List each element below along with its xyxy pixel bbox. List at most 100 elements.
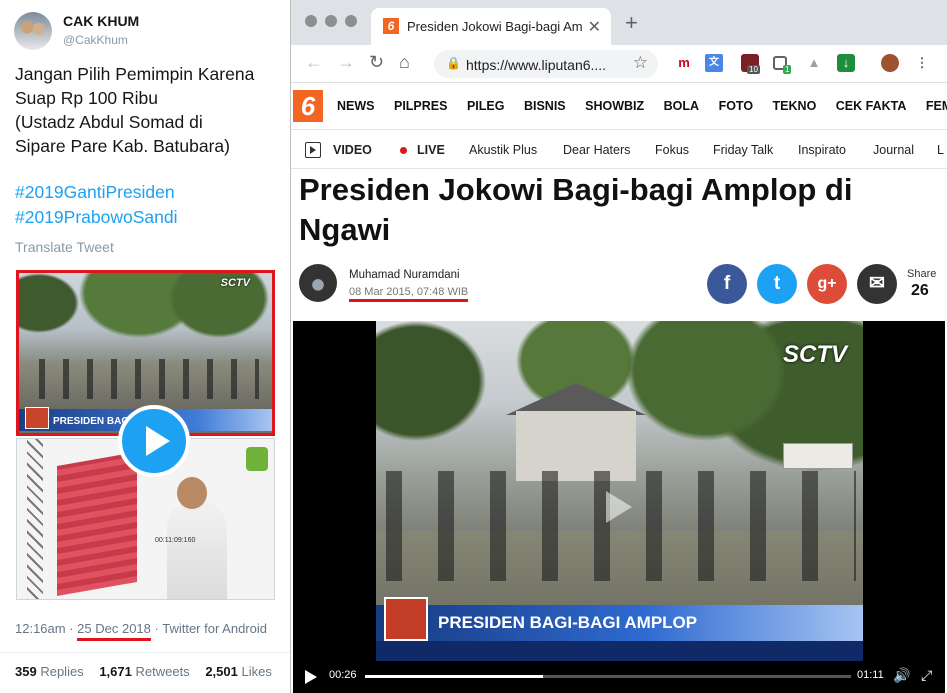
volume-icon[interactable]: 🔊	[893, 667, 910, 684]
extension-m-icon[interactable]: m	[675, 54, 693, 72]
tweet-date[interactable]: 25 Dec 2018	[77, 621, 151, 641]
seek-bar[interactable]	[365, 675, 851, 678]
triangle-extension-icon[interactable]: ▲	[805, 54, 823, 72]
tweet-time[interactable]: 12:16am	[15, 621, 66, 636]
nav-item[interactable]: FEMALE	[926, 99, 947, 113]
tweet-panel: CAK KHUM @CakKhum Jangan Pilih Pemimpin …	[0, 0, 290, 693]
liputan6-logo[interactable]: 6	[293, 90, 323, 122]
red-underline-annotation	[349, 299, 469, 302]
nav-item[interactable]: BISNIS	[524, 99, 566, 113]
subnav-item[interactable]: Dear Haters	[563, 143, 630, 157]
video-scene-truss	[27, 439, 43, 599]
video-play-icon	[305, 142, 321, 158]
tweet-author-name[interactable]: CAK KHUM	[63, 13, 139, 29]
sctv-watermark: SCTV	[782, 341, 847, 368]
replies-stat[interactable]: 359 Replies	[15, 664, 90, 679]
author-name[interactable]: Muhamad Nuramdani	[349, 269, 460, 281]
fullscreen-icon[interactable]: ⤢	[921, 667, 932, 684]
translate-extension-icon[interactable]: 文	[705, 54, 723, 72]
tweet-text-line: Sipare Pare Kab. Batubara)	[15, 136, 230, 156]
nav-item[interactable]: BOLA	[664, 99, 699, 113]
browser-tab-active[interactable]: 6 Presiden Jokowi Bagi-bagi Amplop di Ng…	[371, 8, 611, 45]
translate-tweet-link[interactable]: Translate Tweet	[15, 239, 114, 255]
window-zoom-button[interactable]	[345, 15, 357, 27]
share-email-button[interactable]: ✉	[857, 264, 897, 304]
nav-item[interactable]: NEWS	[337, 99, 375, 113]
play-icon	[146, 426, 170, 456]
forward-icon[interactable]: →	[337, 52, 355, 72]
nav-item[interactable]: CEK FAKTA	[836, 99, 907, 113]
subnav-item[interactable]: Inspirato	[798, 143, 846, 157]
share-twitter-button[interactable]: t	[757, 264, 797, 304]
reload-icon[interactable]: ↻	[369, 52, 384, 72]
home-icon[interactable]: ⌂	[399, 52, 410, 72]
play-video-button[interactable]	[118, 405, 190, 477]
lock-icon: 🔒	[446, 56, 461, 70]
article-date-text: 08 Mar 2015, 07:48 WIB	[349, 286, 469, 298]
duration-time: 01:11	[857, 669, 884, 681]
bookmark-star-icon[interactable]: ☆	[633, 53, 648, 73]
big-play-icon[interactable]	[606, 491, 632, 523]
tweet-author-handle[interactable]: @CakKhum	[63, 33, 128, 47]
subnav-item[interactable]: Friday Talk	[713, 143, 773, 157]
retweets-stat[interactable]: 1,671 Retweets	[99, 664, 195, 679]
tweet-avatar[interactable]	[14, 12, 52, 50]
window-close-button[interactable]	[305, 15, 317, 27]
nav-item[interactable]: SHOWBIZ	[585, 99, 644, 113]
tweet-client[interactable]: Twitter for Android	[162, 621, 267, 636]
new-tab-button[interactable]: +	[625, 12, 638, 34]
replies-count: 359	[15, 664, 37, 679]
back-icon[interactable]: ←	[305, 52, 323, 72]
live-dot-icon	[400, 147, 407, 154]
profile-avatar-icon[interactable]	[881, 54, 899, 72]
nav-item[interactable]: PILPRES	[394, 99, 448, 113]
nav-item[interactable]: FOTO	[719, 99, 754, 113]
likes-stat[interactable]: 2,501 Likes	[205, 664, 278, 679]
share-label: Share	[907, 268, 937, 280]
headline-line: Presiden Jokowi Bagi-bagi Amplop di	[299, 172, 853, 207]
share-googleplus-button[interactable]: g+	[807, 264, 847, 304]
tweet-text-line: (Ustadz Abdul Somad di	[15, 112, 203, 132]
subnav-item[interactable]: Akustik Plus	[469, 143, 537, 157]
channel-logo-icon	[384, 597, 428, 641]
address-bar[interactable]: 🔒 https://www.liputan6.... ☆	[434, 50, 658, 78]
meta-separator: ·	[65, 621, 78, 636]
extension-badge: 10	[747, 65, 760, 74]
subnav-item[interactable]: Journal	[873, 143, 914, 157]
share-facebook-button[interactable]: f	[707, 264, 747, 304]
nav-item[interactable]: PILEG	[467, 99, 505, 113]
article-date: 08 Mar 2015, 07:48 WIB	[349, 286, 469, 302]
window-minimize-button[interactable]	[325, 15, 337, 27]
address-bar-url: https://www.liputan6....	[466, 57, 607, 73]
nav-item[interactable]: TEKNO	[773, 99, 817, 113]
subnav-live[interactable]: LIVE	[417, 143, 445, 157]
menu-kebab-icon[interactable]: ⋮	[913, 54, 931, 72]
browser-titlebar: 6 Presiden Jokowi Bagi-bagi Amplop di Ng…	[291, 0, 947, 45]
subnav-item[interactable]: L	[937, 143, 944, 157]
hashtag-link[interactable]: #2019GantiPresiden	[15, 180, 178, 205]
video-scene-speaker	[57, 451, 137, 597]
subnav-video[interactable]: VIDEO	[333, 143, 372, 157]
video-ticker	[376, 641, 863, 661]
tweet-hashtags: #2019GantiPresiden #2019PrabowoSandi	[15, 180, 178, 230]
hashtag-link[interactable]: #2019PrabowoSandi	[15, 205, 178, 230]
video-scene-man	[167, 499, 227, 599]
tab-close-icon[interactable]: ✕	[588, 17, 601, 37]
video-player[interactable]: SCTV PRESIDEN BAGI-BAGI AMPLOP 00:26 01:…	[293, 321, 945, 693]
author-avatar[interactable]	[299, 264, 337, 302]
seek-bar-progress	[365, 675, 543, 678]
divider	[0, 652, 290, 653]
download-extension-icon[interactable]: ↓	[837, 54, 855, 72]
browser-window: 6 Presiden Jokowi Bagi-bagi Amplop di Ng…	[290, 0, 947, 693]
video-frame[interactable]: SCTV PRESIDEN BAGI-BAGI AMPLOP	[376, 321, 863, 661]
tab-title: Presiden Jokowi Bagi-bagi Amplop di Ngaw…	[407, 19, 583, 34]
tweet-text: Jangan Pilih Pemimpin Karena Suap Rp 100…	[15, 62, 285, 158]
subnav-item[interactable]: Fokus	[655, 143, 689, 157]
share-count: 26	[911, 282, 929, 299]
retweets-count: 1,671	[99, 664, 132, 679]
tweet-stats: 359 Replies 1,671 Retweets 2,501 Likes	[15, 664, 284, 679]
headline-line: Ngawi	[299, 212, 391, 247]
video-controls: 00:26 01:11 🔊 ⤢	[293, 661, 945, 693]
retweets-label: Retweets	[135, 664, 190, 679]
play-pause-icon[interactable]	[305, 670, 317, 684]
